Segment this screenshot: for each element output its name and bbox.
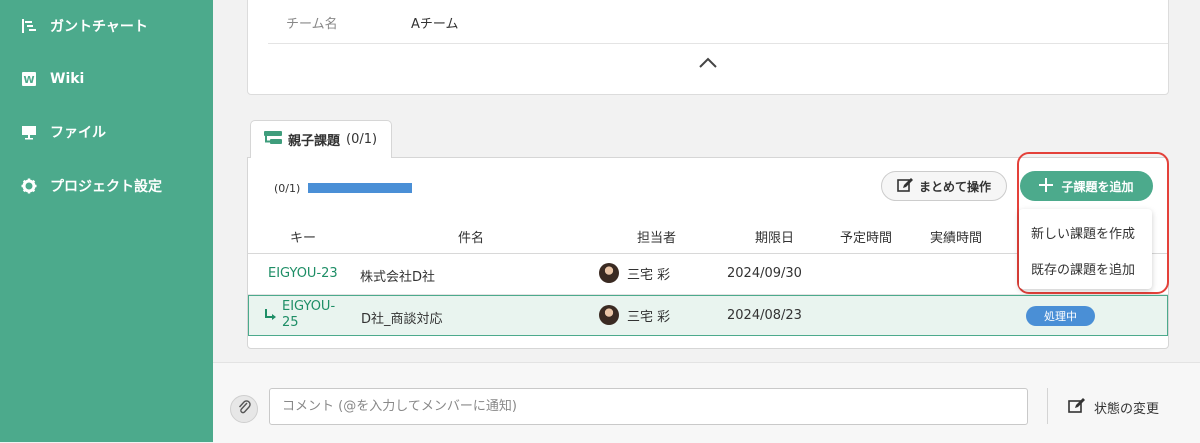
sidebar-item-label: ファイル — [50, 125, 106, 141]
progress-bar — [308, 183, 412, 193]
sidebar-item-label: プロジェクト設定 — [50, 179, 162, 195]
wiki-icon: W — [20, 70, 38, 88]
change-status-button[interactable]: 状態の変更 — [1068, 397, 1159, 417]
gantt-chart-icon — [20, 17, 38, 35]
sidebar-item-gantt-chart[interactable]: ガントチャート — [20, 15, 148, 37]
edit-icon — [897, 177, 913, 196]
issue-subject: 株式会社D社 — [360, 270, 436, 285]
divider — [268, 43, 1168, 44]
menu-item-create-new-issue[interactable]: 新しい課題を作成 — [1031, 223, 1135, 242]
table-row-selected[interactable]: EIGYOU- 25 D社_商談対応 三宅 彩 2024/08/23 処理中 — [248, 295, 1168, 336]
assignee-name: 三宅 彩 — [627, 267, 671, 283]
add-subtask-button[interactable]: 子課題を追加 — [1020, 171, 1153, 201]
column-header-subject: 件名 — [458, 231, 485, 246]
subtask-tree-icon — [264, 130, 282, 149]
assignee-name: 三宅 彩 — [627, 309, 671, 325]
issue-key-part: 25 — [282, 315, 299, 330]
status-badge: 処理中 — [1026, 306, 1095, 326]
menu-item-add-existing-issue[interactable]: 既存の課題を追加 — [1031, 259, 1135, 278]
issue-key-part: EIGYOU- — [282, 299, 336, 314]
bulk-action-label: まとめて操作 — [918, 179, 991, 194]
column-header-estimated-hours: 予定時間 — [840, 231, 893, 246]
status-badge-label: 処理中 — [1026, 306, 1095, 326]
column-header-assignee: 担当者 — [637, 231, 677, 246]
avatar — [599, 305, 619, 325]
due-date: 2024/09/30 — [727, 266, 802, 281]
sidebar: ガントチャート W Wiki ファイル プロジェクト設定 — [0, 0, 213, 442]
sidebar-item-wiki[interactable]: W Wiki — [20, 68, 84, 90]
column-header-actual-hours: 実績時間 — [930, 231, 983, 246]
gear-icon — [20, 177, 38, 195]
sidebar-item-project-settings[interactable]: プロジェクト設定 — [20, 175, 162, 197]
column-header-key: キー — [290, 231, 317, 246]
progress-text: (0/1) — [274, 182, 301, 195]
issue-key-link[interactable]: EIGYOU-23 — [268, 266, 338, 281]
assignee: 三宅 彩 — [599, 263, 670, 283]
bulk-action-button[interactable]: まとめて操作 — [881, 171, 1007, 201]
comment-bar: 状態の変更 — [213, 362, 1200, 443]
issue-details-card: チーム名 Aチーム — [247, 0, 1169, 95]
paperclip-icon — [237, 399, 251, 419]
collapse-chevron-up-icon[interactable] — [698, 55, 718, 71]
column-header-due-date: 期限日 — [755, 231, 795, 246]
issue-subject: D社_商談対応 — [361, 312, 443, 327]
progress-fill — [308, 183, 412, 193]
due-date: 2024/08/23 — [727, 308, 802, 323]
tab-label: 親子課題 — [288, 134, 341, 149]
team-value: Aチーム — [411, 17, 459, 32]
issue-key-link[interactable]: EIGYOU- 25 — [282, 299, 335, 331]
plus-icon — [1039, 177, 1054, 195]
sidebar-item-label: ガントチャート — [50, 19, 148, 35]
comment-input[interactable] — [269, 388, 1028, 425]
edit-status-icon — [1068, 397, 1086, 417]
svg-text:W: W — [23, 75, 34, 86]
child-arrow-icon — [264, 309, 276, 325]
team-label: チーム名 — [286, 17, 338, 32]
add-subtask-label: 子課題を追加 — [1061, 179, 1134, 194]
sidebar-item-files[interactable]: ファイル — [20, 121, 106, 143]
change-status-label: 状態の変更 — [1094, 401, 1160, 417]
tab-parent-child-issues[interactable]: 親子課題 (0/1) — [250, 120, 392, 158]
add-subtask-dropdown: 新しい課題を作成 既存の課題を追加 — [1019, 209, 1152, 289]
divider — [1047, 388, 1048, 424]
assignee: 三宅 彩 — [599, 305, 670, 325]
attach-file-button[interactable] — [230, 395, 258, 423]
file-icon — [20, 123, 38, 141]
tab-count: (0/1) — [346, 132, 378, 147]
avatar — [599, 263, 619, 283]
sidebar-item-label: Wiki — [50, 71, 85, 87]
